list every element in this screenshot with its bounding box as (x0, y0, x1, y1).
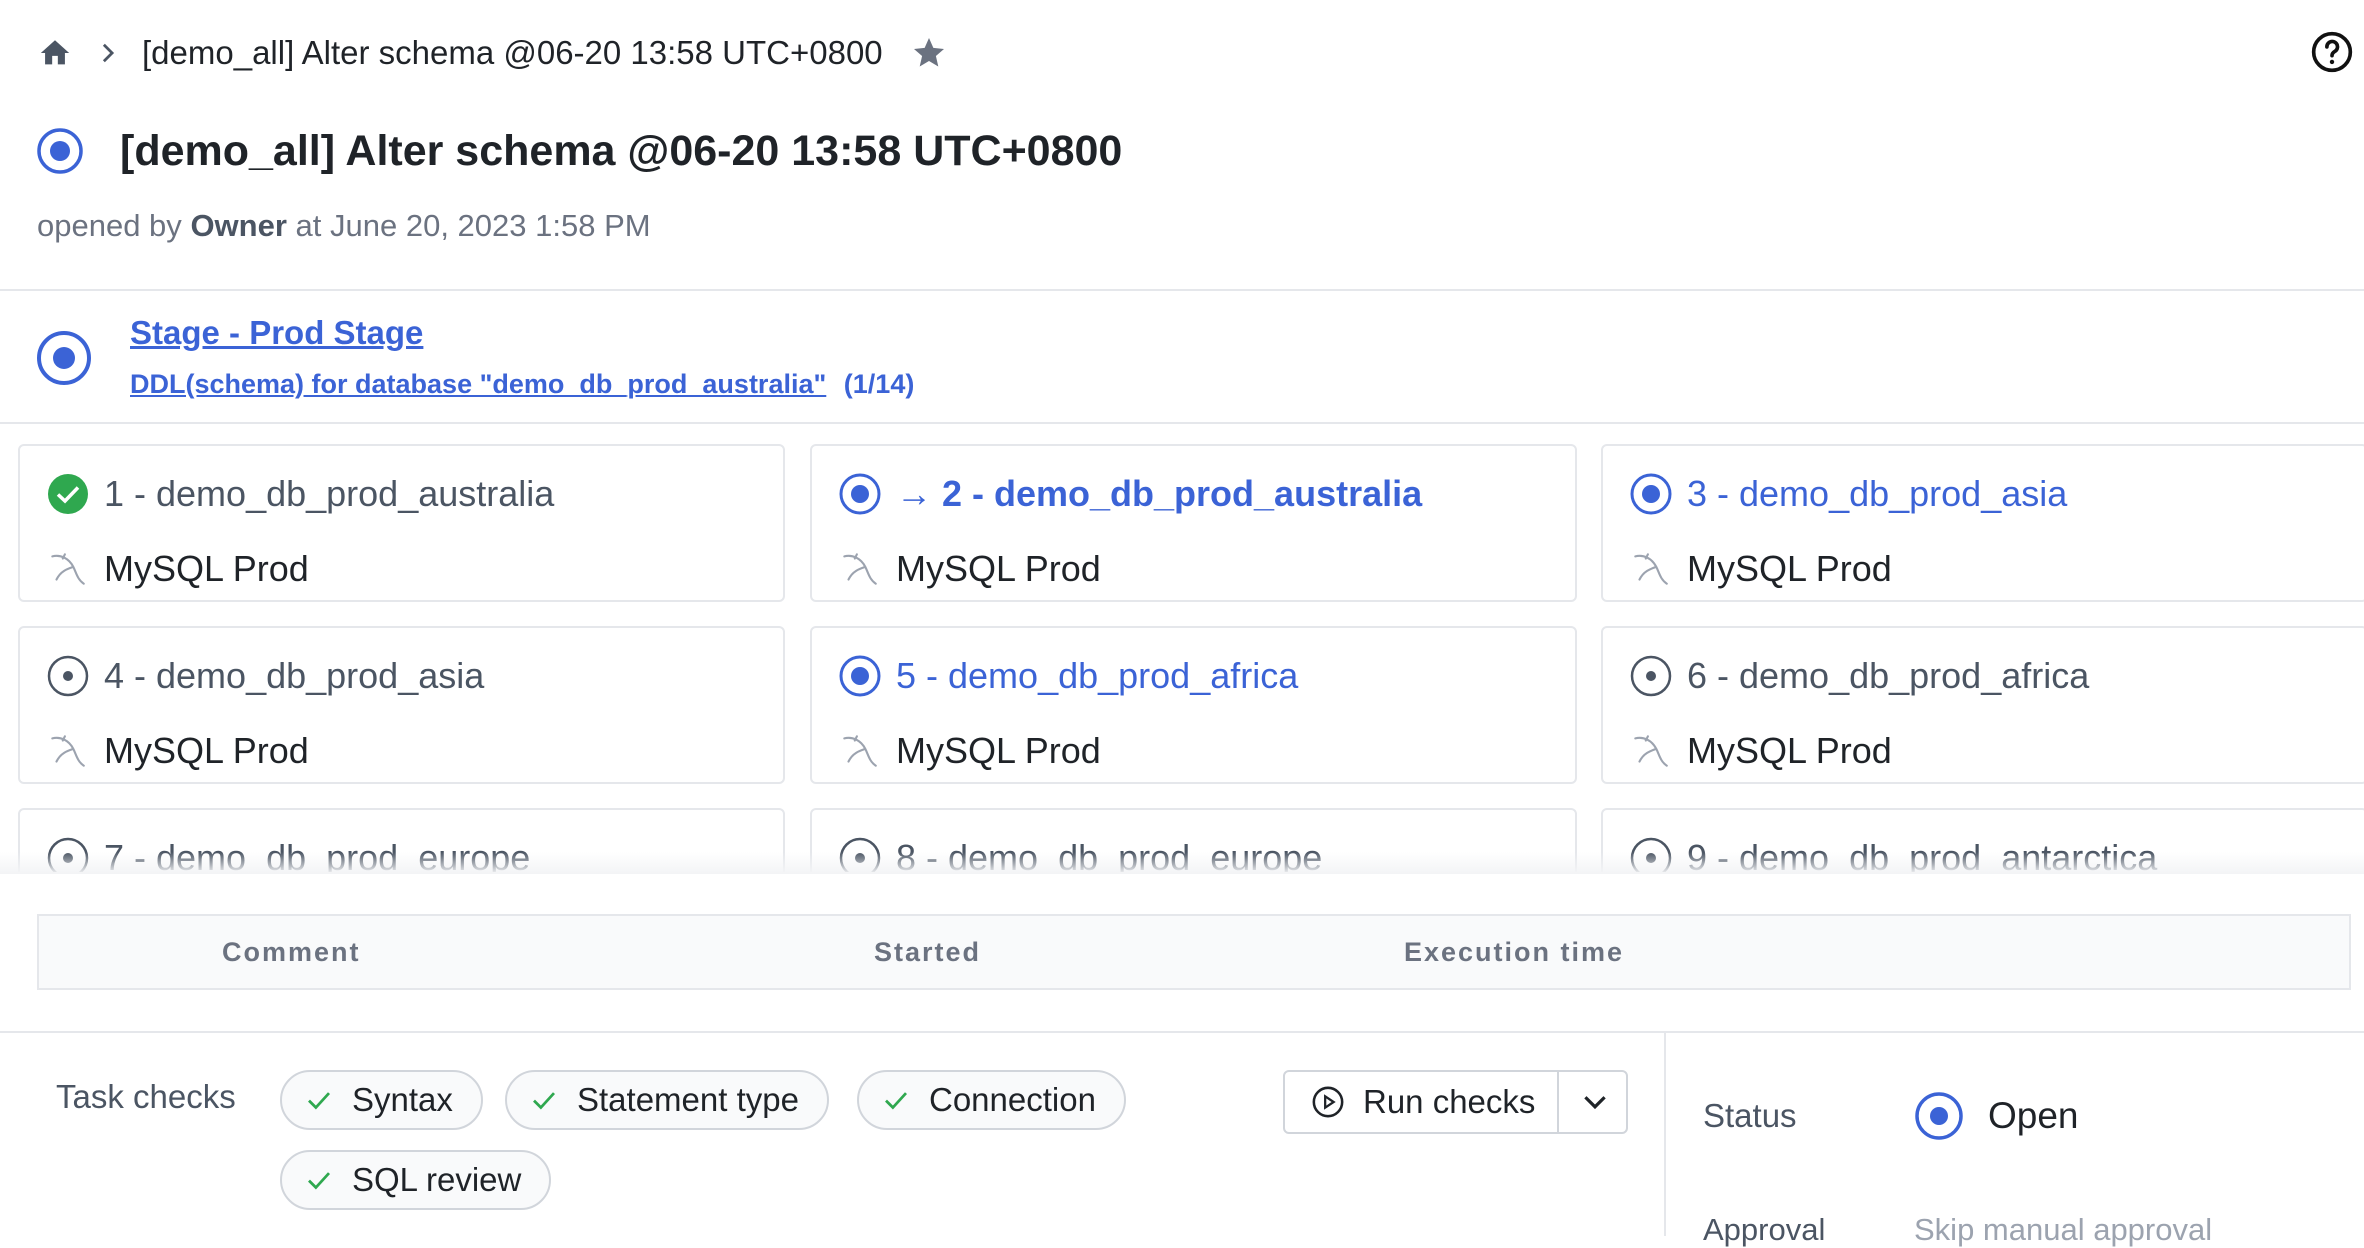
column-started: Started (874, 936, 982, 967)
task-card[interactable]: → 2 - demo_db_prod_australia MySQL Prod (810, 444, 1577, 602)
run-checks-label: Run checks (1363, 1083, 1536, 1120)
check-label: Statement type (577, 1081, 799, 1118)
task-progress: (1/14) (843, 369, 915, 399)
help-icon[interactable] (2310, 30, 2354, 74)
instance-label: MySQL Prod (896, 730, 1101, 771)
play-circle-icon (1312, 1086, 1344, 1118)
check-sql-review[interactable]: SQL review (280, 1150, 552, 1210)
run-checks-group: Run checks (1283, 1070, 1628, 1134)
instance-label: MySQL Prod (896, 548, 1101, 589)
task-instance: MySQL Prod (46, 725, 309, 777)
check-circle-icon (46, 472, 90, 516)
current-task-row: DDL(schema) for database "demo_db_prod_a… (130, 369, 914, 400)
task-instance: MySQL Prod (838, 543, 1101, 595)
task-card[interactable]: 6 - demo_db_prod_africa MySQL Prod (1601, 626, 2364, 784)
scroll-fade (0, 852, 2364, 874)
stage-status-icon (37, 331, 91, 385)
task-checks-label: Task checks (56, 1078, 236, 1115)
task-instance: MySQL Prod (1629, 725, 1892, 777)
breadcrumb-current: [demo_all] Alter schema @06-20 13:58 UTC… (142, 34, 883, 71)
task-grid: 1 - demo_db_prod_australia MySQL Prod → 2 … (0, 420, 2364, 872)
task-card-title: 5 - demo_db_prod_africa (838, 650, 1298, 702)
task-card[interactable]: 1 - demo_db_prod_australia MySQL Prod (18, 444, 785, 602)
check-statement-type[interactable]: Statement type (505, 1070, 829, 1130)
chevron-down-icon (1583, 1096, 1606, 1110)
task-card[interactable]: 4 - demo_db_prod_asia MySQL Prod (18, 626, 785, 784)
run-checks-button[interactable]: Run checks (1285, 1072, 1555, 1132)
check-label: SQL review (352, 1161, 522, 1198)
opened-info: opened by Owner at June 20, 2023 1:58 PM (37, 208, 651, 244)
column-execution-time: Execution time (1404, 936, 1625, 967)
task-card-title: 1 - demo_db_prod_australia (46, 468, 554, 520)
check-icon (885, 1092, 908, 1110)
status-text: Open (1988, 1095, 2079, 1136)
mysql-icon (1629, 730, 1671, 772)
active-status-icon (838, 472, 882, 516)
approval-value: Skip manual approval (1914, 1212, 2213, 1247)
task-card-title: 6 - demo_db_prod_africa (1629, 650, 2089, 702)
instance-label: MySQL Prod (104, 730, 309, 771)
check-icon (308, 1172, 331, 1190)
task-card-title: → 2 - demo_db_prod_australia (838, 468, 1422, 520)
task-card-title: 3 - demo_db_prod_asia (1629, 468, 2067, 520)
home-icon[interactable] (36, 34, 74, 72)
task-label: 3 - demo_db_prod_asia (1687, 473, 2068, 514)
task-instance: MySQL Prod (46, 543, 309, 595)
status-label: Status (1703, 1097, 1797, 1134)
chevron-right-icon (88, 42, 128, 64)
star-icon[interactable] (909, 33, 949, 73)
active-status-icon (1629, 472, 1673, 516)
task-label: → 2 - demo_db_prod_australia (896, 473, 1423, 514)
instance-label: MySQL Prod (1687, 548, 1892, 589)
task-card[interactable]: 3 - demo_db_prod_asia MySQL Prod (1601, 444, 2364, 602)
mysql-icon (838, 730, 880, 772)
pending-status-icon (1629, 654, 1673, 698)
task-card[interactable]: 5 - demo_db_prod_africa MySQL Prod (810, 626, 1577, 784)
task-run-table-header: Comment Started Execution time (37, 914, 2351, 990)
check-label: Connection (929, 1081, 1096, 1118)
pending-status-icon (46, 654, 90, 698)
task-instance: MySQL Prod (838, 725, 1101, 777)
stage-link[interactable]: Stage - Prod Stage (130, 314, 423, 352)
task-instance: MySQL Prod (1629, 543, 1892, 595)
divider (0, 1031, 2364, 1033)
title-row: [demo_all] Alter schema @06-20 13:58 UTC… (36, 118, 1122, 184)
task-label: 4 - demo_db_prod_asia (104, 655, 485, 696)
task-label: 6 - demo_db_prod_africa (1687, 655, 2090, 696)
page-title: [demo_all] Alter schema @06-20 13:58 UTC… (120, 126, 1123, 175)
divider (0, 289, 2364, 291)
opened-by-user[interactable]: Owner (190, 208, 286, 243)
check-connection[interactable]: Connection (857, 1070, 1126, 1130)
check-syntax[interactable]: Syntax (280, 1070, 483, 1130)
mysql-icon (1629, 548, 1671, 590)
check-label: Syntax (352, 1081, 453, 1118)
mysql-icon (46, 730, 88, 772)
column-comment: Comment (222, 936, 361, 967)
breadcrumb: [demo_all] Alter schema @06-20 13:58 UTC… (36, 22, 949, 84)
issue-status-icon (37, 128, 83, 174)
mysql-icon (46, 548, 88, 590)
open-status-icon (1915, 1092, 1963, 1140)
instance-label: MySQL Prod (104, 548, 309, 589)
check-icon (308, 1092, 331, 1110)
run-checks-dropdown[interactable] (1557, 1072, 1630, 1132)
opened-time: at June 20, 2023 1:58 PM (295, 208, 651, 243)
instance-label: MySQL Prod (1687, 730, 1892, 771)
approval-label: Approval (1703, 1212, 1826, 1247)
task-card-title: 4 - demo_db_prod_asia (46, 650, 484, 702)
check-icon (533, 1092, 556, 1110)
current-task-link[interactable]: DDL(schema) for database "demo_db_prod_a… (130, 369, 826, 399)
status-value: Open (1914, 1090, 2079, 1142)
opened-prefix: opened by (37, 208, 182, 243)
active-status-icon (838, 654, 882, 698)
task-label: 1 - demo_db_prod_australia (104, 473, 555, 514)
task-label: 5 - demo_db_prod_africa (896, 655, 1299, 696)
vertical-divider (1664, 1032, 1666, 1236)
mysql-icon (838, 548, 880, 590)
